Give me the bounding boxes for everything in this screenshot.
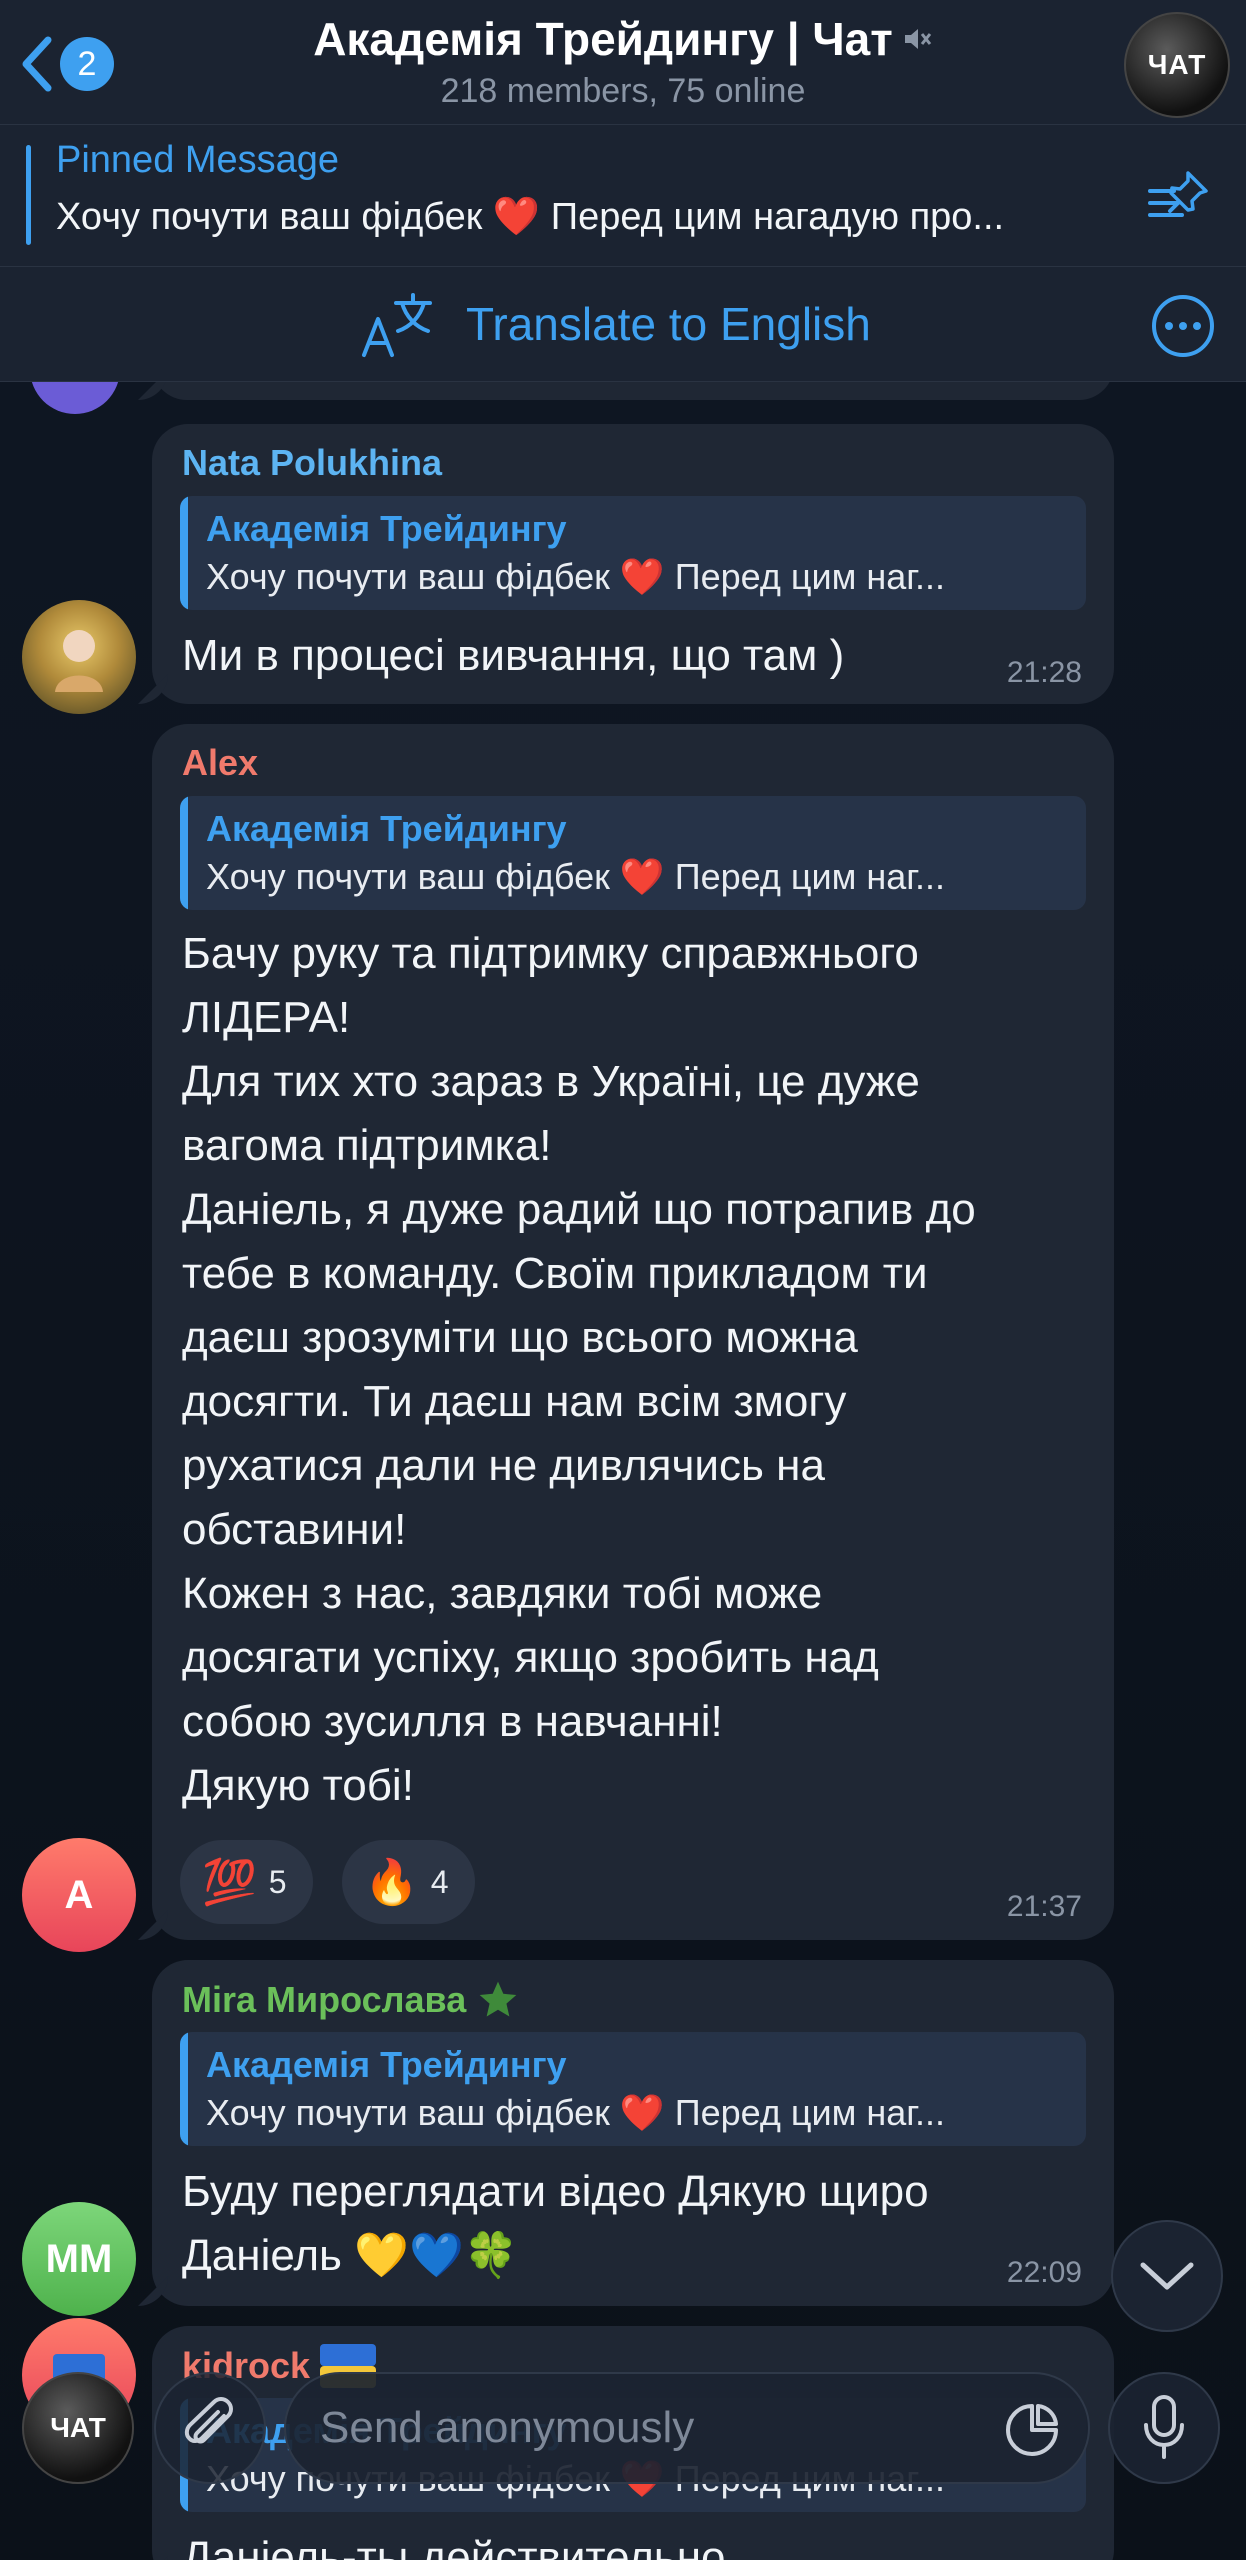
translate-button[interactable]: Translate to English — [360, 289, 871, 359]
hundred-points-icon: 💯 — [202, 1857, 257, 1908]
avatar-alex[interactable]: A — [22, 1838, 136, 1952]
reply-text: Хочу почути ваш фідбек ❤️ Перед цим наг.… — [206, 856, 946, 897]
reply-preview[interactable]: Академія Трейдингу Хочу почути ваш фідбе… — [180, 796, 1086, 910]
message-bubble[interactable]: Nata Polukhina Академія Трейдингу Хочу п… — [152, 424, 1114, 704]
star-icon — [479, 1981, 517, 2017]
unread-badge: 2 — [60, 37, 114, 91]
reaction-count: 5 — [268, 1863, 287, 1900]
pinned-indicator-bar — [26, 145, 31, 245]
reply-name: Академія Трейдингу — [206, 2044, 567, 2085]
message-input[interactable]: Send anonymously — [284, 2372, 1090, 2484]
reply-text: Хочу почути ваш фідбек ❤️ Перед цим наг.… — [206, 2092, 946, 2133]
chat-subtitle: 218 members, 75 online — [440, 72, 806, 110]
sender-name[interactable]: Nata Polukhina — [182, 442, 442, 484]
message-time: 21:28 — [1006, 656, 1082, 689]
chat-avatar[interactable]: ЧАТ — [1124, 12, 1230, 118]
message-text: Буду переглядати відео Дякую щиро Даніел… — [182, 2167, 929, 2280]
message-input-bar: ЧАТ Send anonymously — [0, 2360, 1246, 2490]
chevron-left-icon — [22, 36, 52, 92]
avatar-nata[interactable] — [22, 600, 136, 714]
translate-icon — [362, 293, 432, 357]
chat-title-text: Академія Трейдингу | Чат — [313, 13, 893, 65]
attach-button[interactable] — [154, 2372, 266, 2484]
reaction-fire[interactable]: 🔥 4 — [342, 1840, 475, 1924]
chat-title-area[interactable]: Академія Трейдингу | Чат 218 members, 75… — [200, 12, 1046, 111]
sender-name-text: Mira Мирослава — [182, 1979, 467, 2020]
avatar-letter: MM — [45, 2236, 113, 2281]
reply-name: Академія Трейдингу — [206, 808, 567, 849]
reaction-count: 4 — [430, 1863, 449, 1900]
message-input-placeholder: Send anonymously — [320, 2403, 695, 2452]
message-time: 21:37 — [1006, 1890, 1082, 1923]
message-text: Даніель-ты действительно — [182, 2533, 726, 2560]
reply-bar — [180, 796, 188, 910]
reply-name: Академія Трейдингу — [206, 508, 567, 549]
translate-bar: Translate to English — [0, 267, 1246, 382]
translate-label: Translate to English — [466, 298, 871, 350]
fire-icon: 🔥 — [364, 1857, 419, 1908]
send-as-avatar-text: ЧАТ — [50, 2412, 106, 2443]
avatar-mira[interactable]: MM — [22, 2202, 136, 2316]
send-as-avatar[interactable]: ЧАТ — [22, 2372, 134, 2484]
reply-preview[interactable]: Академія Трейдингу Хочу почути ваш фідбе… — [180, 2032, 1086, 2146]
chevron-down-icon — [1140, 2262, 1194, 2290]
pinned-text: Хочу почути ваш фідбек ❤️ Перед цим нага… — [56, 196, 1005, 238]
chat-header: 2 Академія Трейдингу | Чат 218 members, … — [0, 0, 1246, 125]
reply-text: Хочу почути ваш фідбек ❤️ Перед цим наг.… — [206, 556, 946, 597]
chat-avatar-text: ЧАТ — [1147, 49, 1207, 80]
back-button[interactable]: 2 — [18, 34, 114, 94]
microphone-icon — [1144, 2395, 1184, 2459]
sender-name[interactable]: Mira Мирослава — [182, 1978, 520, 2022]
message-text: Бачу руку та підтримку справжнього ЛІДЕР… — [182, 929, 976, 1810]
sender-name[interactable]: Alex — [182, 742, 258, 784]
pinned-message-banner[interactable]: Pinned Message Хочу почути ваш фідбек ❤️… — [0, 125, 1246, 267]
reply-bar — [180, 496, 188, 610]
reaction-100[interactable]: 💯 5 — [180, 1840, 313, 1924]
sticker-icon[interactable] — [1004, 2402, 1060, 2458]
scroll-down-button[interactable] — [1111, 2220, 1223, 2332]
chat-title: Академія Трейдингу | Чат — [313, 12, 933, 66]
microphone-button[interactable] — [1108, 2372, 1220, 2484]
message-bubble[interactable]: Alex Академія Трейдингу Хочу почути ваш … — [152, 724, 1114, 1940]
user-photo-icon — [55, 630, 103, 692]
paperclip-icon — [184, 2397, 233, 2444]
translate-more-button[interactable] — [1152, 295, 1214, 357]
avatar-letter: A — [64, 1872, 94, 1917]
pinned-list-icon[interactable] — [1148, 169, 1212, 225]
reply-bar — [180, 2032, 188, 2146]
reply-preview[interactable]: Академія Трейдингу Хочу почути ваш фідбе… — [180, 496, 1086, 610]
message-time: 22:09 — [1006, 2256, 1082, 2289]
muted-icon — [904, 29, 931, 49]
message-text: Ми в процесі вивчання, що там ) — [182, 631, 845, 680]
pinned-title: Pinned Message — [56, 139, 340, 181]
message-bubble[interactable]: Mira Мирослава Академія Трейдингу Хочу п… — [152, 1960, 1114, 2306]
